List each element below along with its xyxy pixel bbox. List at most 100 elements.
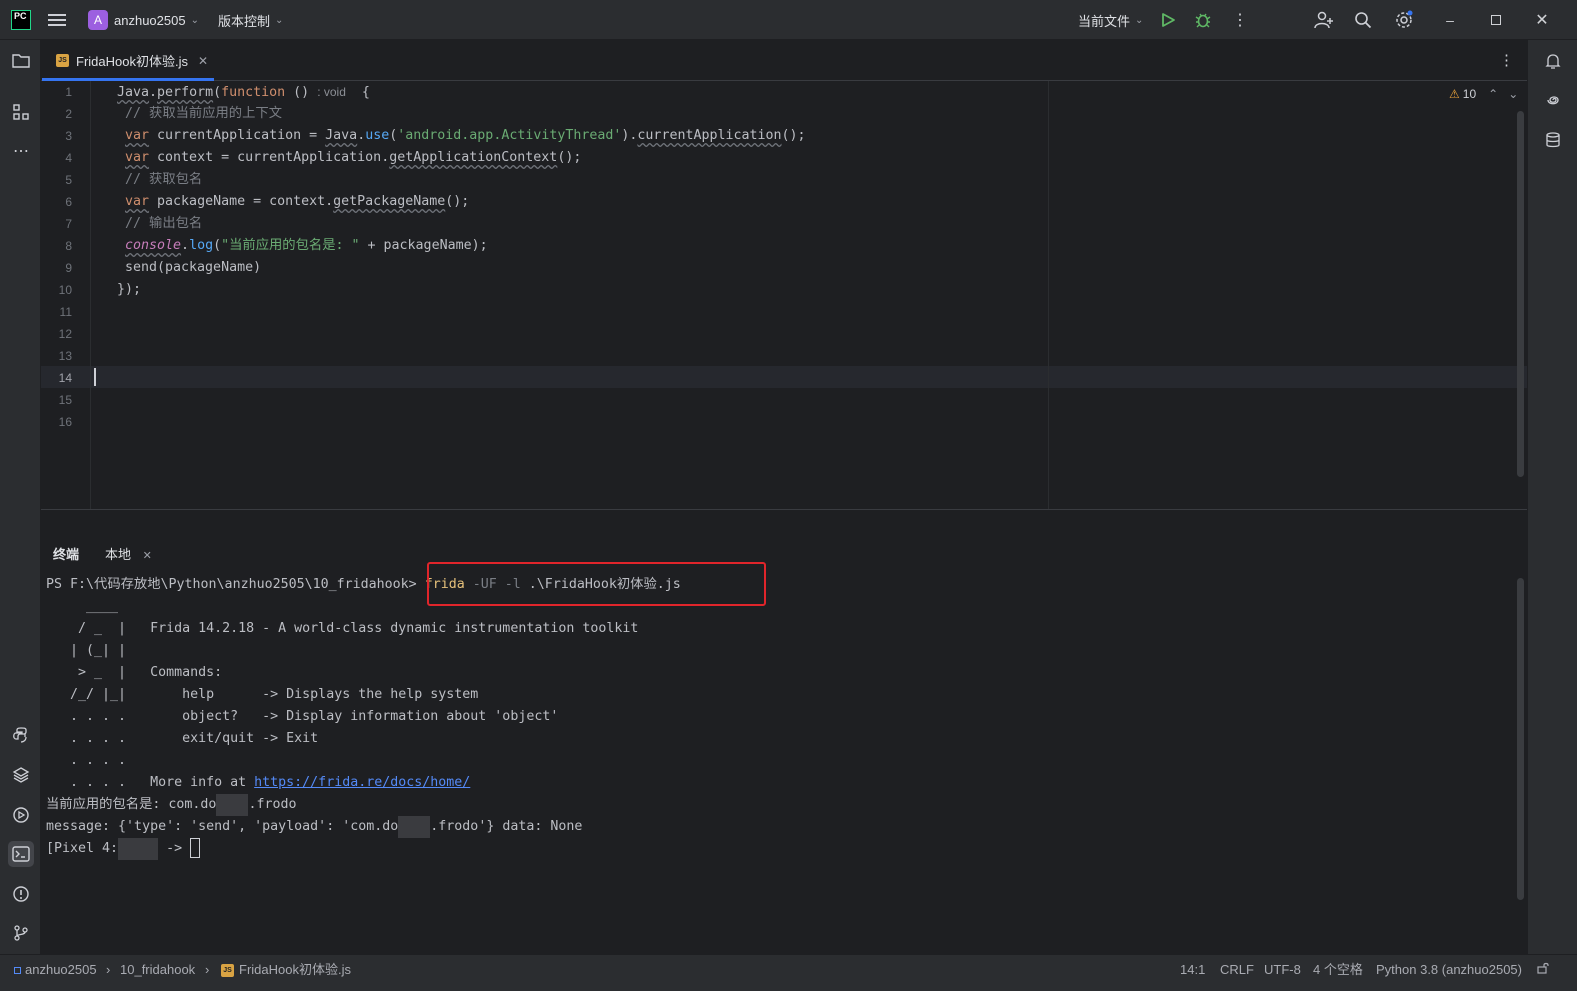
git-tool-button[interactable] [8, 920, 34, 946]
chevron-down-icon: ⌄ [190, 14, 199, 26]
code-token: var [125, 194, 150, 209]
chevron-down-icon: ⌄ [275, 14, 284, 26]
right-margin-guide [1048, 81, 1049, 509]
more-vert-icon: ⋮ [1232, 12, 1248, 29]
unlock-icon [1537, 962, 1549, 974]
caret-position[interactable]: 14:1 [1180, 955, 1205, 985]
code-token: 'android.app.ActivityThread' [397, 128, 622, 143]
structure-tool-button[interactable] [8, 99, 34, 125]
code-line: send(packageName) [125, 260, 262, 275]
code-editor[interactable]: 1 2 3 4 5 6 7 8 9 10 11 12 13 14 15 16 Java.perform(fun… [41, 81, 1527, 509]
frida-docs-link[interactable]: https://frida.re/docs/home/ [254, 775, 470, 790]
python-interpreter[interactable]: Python 3.8 (anzhuo2505) [1376, 955, 1522, 985]
search-button[interactable] [1354, 0, 1372, 40]
chevron-down-icon[interactable]: ⌄ [1508, 87, 1518, 101]
minimize-button[interactable]: – [1427, 0, 1473, 40]
js-file-icon: JS [56, 54, 69, 67]
settings-button[interactable] [1394, 0, 1414, 40]
left-tool-window-bar: ⋯ [0, 40, 41, 954]
code-token: + packageName); [359, 238, 488, 253]
code-token: console [125, 238, 182, 253]
editor-tab-active[interactable]: JS FridaHook初体验.js ✕ [41, 40, 214, 81]
more-actions-button[interactable]: ⋮ [1232, 0, 1248, 40]
code-token: var [125, 128, 150, 143]
close-button[interactable]: ✕ [1519, 0, 1565, 40]
notifications-button[interactable] [1540, 48, 1566, 74]
warning-count: 10 [1462, 87, 1477, 101]
breadcrumb-file-label: FridaHook初体验.js [239, 962, 351, 977]
indent-setting[interactable]: 4 个空格 [1313, 955, 1363, 985]
line-number: 7 [65, 217, 72, 231]
current-line-highlight [41, 366, 1527, 388]
code-token: log [189, 238, 214, 253]
code-with-me-button[interactable] [1314, 0, 1334, 40]
tab-close-icon[interactable]: ✕ [198, 54, 208, 68]
terminal-scrollbar[interactable] [1517, 578, 1524, 900]
terminal-title: 终端 [53, 547, 80, 562]
more-tools-button[interactable]: ⋯ [8, 138, 34, 164]
code-token: Java [117, 85, 150, 100]
database-icon [1546, 132, 1560, 148]
terminal-banner-line: / _ | Frida 14.2.18 - A world-class dyna… [46, 621, 639, 636]
line-number: 15 [58, 393, 72, 407]
code-line: var currentApplication = Java.use('andro… [125, 128, 806, 143]
project-tool-button[interactable] [8, 48, 34, 74]
problems-tool-button[interactable] [8, 881, 34, 907]
more-horiz-icon: ⋯ [13, 143, 29, 160]
spiral-icon [1547, 96, 1559, 105]
terminal-session-tab[interactable]: 本地 ✕ [105, 538, 152, 571]
terminal-tab-bar: 终端 本地 ✕ [41, 538, 1527, 571]
code-token: perform [157, 85, 214, 100]
redacted-text: xxxxx [118, 838, 159, 860]
hamburger-menu-icon [48, 14, 66, 26]
code-token: context = currentApplication. [149, 150, 390, 165]
line-separator[interactable]: CRLF [1220, 955, 1254, 985]
output-text: 当前应用的包名是: com.do [46, 797, 217, 812]
line-number: 11 [59, 305, 72, 319]
chevron-up-icon[interactable]: ⌃ [1488, 87, 1498, 101]
chevron-down-icon: ⌄ [1135, 14, 1144, 26]
breadcrumb-file[interactable]: JS FridaHook初体验.js [221, 955, 351, 985]
editor-scrollbar[interactable] [1517, 111, 1524, 477]
terminal-tool-button[interactable] [8, 841, 34, 867]
code-token: currentApplication [637, 128, 782, 143]
repl-prompt-suffix: -> [158, 841, 183, 856]
code-line: console.log("当前应用的包名是: " + packageName); [125, 238, 488, 253]
maximize-button[interactable] [1473, 0, 1519, 40]
terminal-input-line[interactable]: [Pixel 4:xxxxx -> [46, 838, 201, 860]
line-number: 12 [58, 327, 72, 341]
vcs-menu[interactable]: 版本控制 ⌄ [218, 0, 283, 40]
main-menu-button[interactable] [48, 0, 66, 40]
tab-options-button[interactable]: ⋮ [1499, 51, 1514, 69]
file-encoding[interactable]: UTF-8 [1264, 955, 1301, 985]
breadcrumb-separator: › [205, 962, 210, 977]
ai-assistant-button[interactable] [1540, 87, 1566, 113]
run-config-selector[interactable]: 当前文件 ⌄ [1078, 0, 1143, 40]
terminal-cursor [190, 838, 201, 858]
run-button[interactable] [1160, 0, 1176, 40]
breadcrumb-project[interactable]: anzhuo2505 [14, 955, 97, 985]
terminal-banner-line: /_/ |_| help -> Displays the help system [46, 687, 479, 702]
database-button[interactable] [1540, 127, 1566, 153]
session-close-icon[interactable]: ✕ [143, 550, 152, 562]
project-selector[interactable]: A anzhuo2505 ⌄ [88, 0, 199, 40]
readonly-toggle[interactable] [1537, 955, 1549, 985]
inspection-widget[interactable]: ⚠ 10 ⌃ ⌄ [1449, 87, 1518, 101]
terminal-output-line: message: {'type': 'send', 'payload': 'co… [46, 816, 582, 838]
git-branch-icon [14, 925, 28, 941]
breadcrumb-folder[interactable]: 10_fridahook [120, 955, 195, 985]
output-text: message: {'type': 'send', 'payload': 'co… [46, 819, 399, 834]
project-name: anzhuo2505 [114, 12, 186, 28]
module-icon [14, 967, 21, 974]
debug-button[interactable] [1194, 0, 1212, 40]
python-packages-button[interactable] [8, 762, 34, 788]
python-console-button[interactable] [8, 722, 34, 748]
line-number: 10 [58, 283, 72, 297]
line-number: 14 [58, 371, 72, 385]
code-token: getPackageName [333, 194, 446, 209]
run-config-label: 当前文件 [1078, 13, 1131, 29]
code-line: // 输出包名 [125, 216, 203, 231]
close-icon: ✕ [1535, 12, 1549, 29]
services-button[interactable] [8, 802, 34, 828]
python-icon [13, 727, 27, 743]
